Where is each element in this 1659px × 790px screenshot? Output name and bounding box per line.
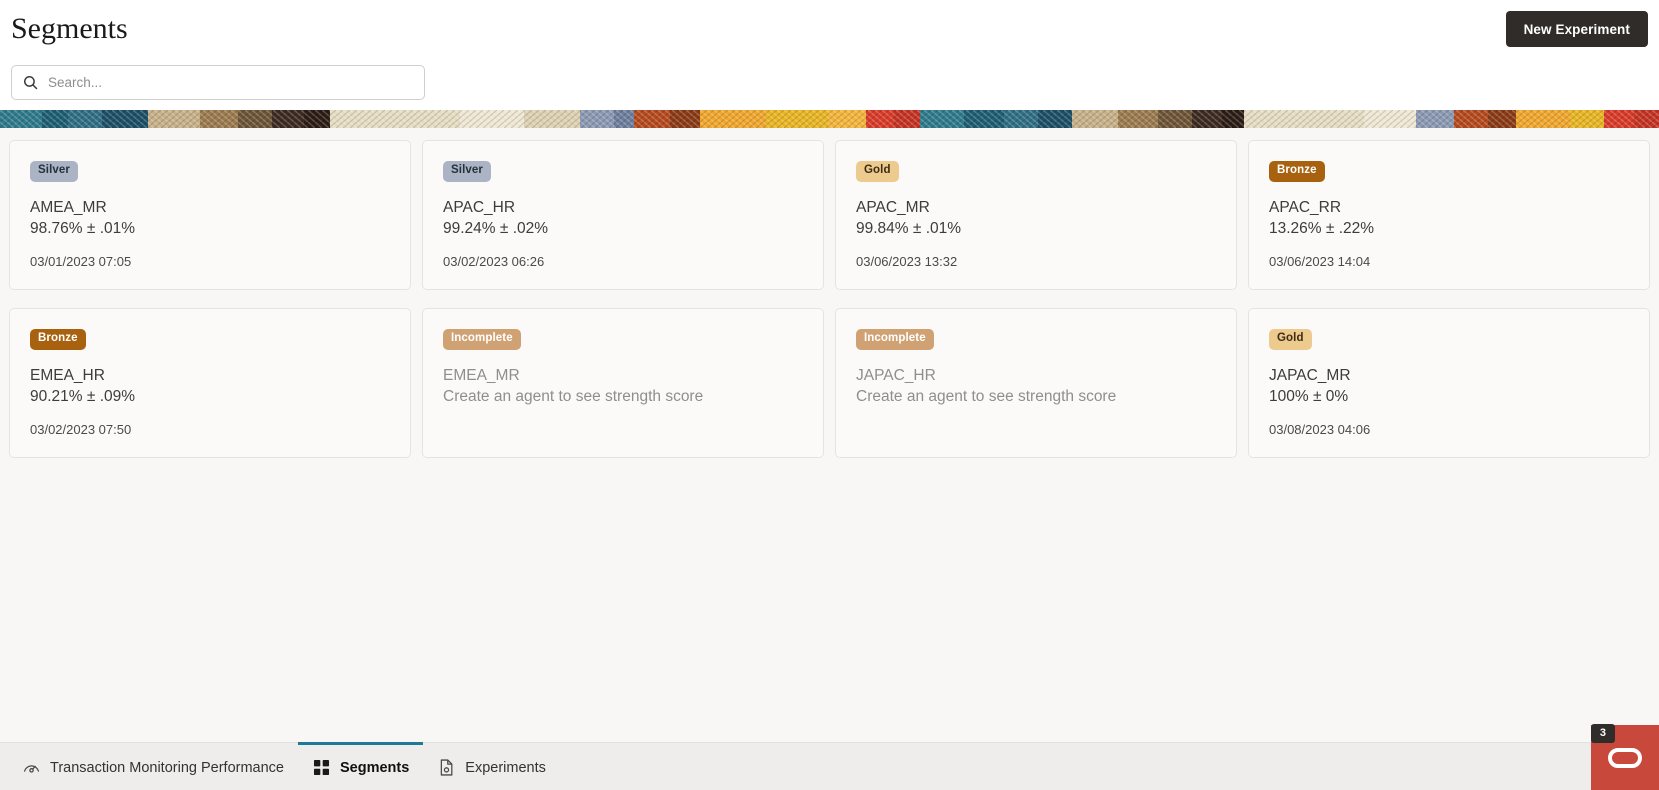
segment-name: APAC_HR — [443, 198, 516, 216]
segment-name: JAPAC_HR — [856, 366, 936, 384]
segment-strength-score: 100% ± 0% — [1269, 387, 1349, 405]
nav-tab-segments[interactable]: Segments — [297, 742, 424, 790]
segment-card[interactable]: Gold JAPAC_MR 100% ± 0% 03/08/2023 04:06 — [1248, 308, 1650, 458]
segment-timestamp: 03/02/2023 07:50 — [30, 422, 132, 437]
segment-name: EMEA_HR — [30, 366, 105, 384]
search-input[interactable] — [48, 66, 414, 99]
gauge-icon — [22, 758, 41, 777]
segment-name: EMEA_MR — [443, 366, 520, 384]
segment-card[interactable]: Gold APAC_MR 99.84% ± .01% 03/06/2023 13:32 — [835, 140, 1237, 290]
segments-content: Silver AMEA_MR 98.76% ± .01% 03/01/2023 07:… — [0, 128, 1659, 742]
bottom-navigation: Transaction Monitoring Performance Segmen… — [0, 742, 1659, 790]
segment-status-badge: Gold — [1269, 329, 1312, 350]
segment-strength-score: 13.26% ± .22% — [1269, 219, 1375, 237]
segment-name: APAC_MR — [856, 198, 930, 216]
segment-card[interactable]: Incomplete EMEA_MR Create an agent to see … — [422, 308, 824, 458]
segment-status-badge: Silver — [443, 161, 491, 182]
segment-timestamp: 03/06/2023 13:32 — [856, 254, 958, 269]
segment-status-badge: Silver — [30, 161, 78, 182]
segment-card-grid: Silver AMEA_MR 98.76% ± .01% 03/01/2023 07:… — [9, 140, 1650, 458]
segment-name: APAC_RR — [1269, 198, 1342, 216]
decorative-banner-strip — [0, 110, 1659, 128]
segment-strength-score: Create an agent to see strength score — [443, 387, 704, 405]
segment-strength-score: 99.24% ± .02% — [443, 219, 549, 237]
segment-status-badge: Incomplete — [856, 329, 934, 350]
segment-status-badge: Gold — [856, 161, 899, 182]
page-title: Segments — [11, 12, 128, 45]
segment-status-badge: Incomplete — [443, 329, 521, 350]
nav-tab-transaction-monitoring-performance[interactable]: Transaction Monitoring Performance — [8, 742, 298, 790]
segment-name: AMEA_MR — [30, 198, 107, 216]
segment-strength-score: Create an agent to see strength score — [856, 387, 1117, 405]
document-icon — [437, 758, 456, 777]
segment-strength-score: 98.76% ± .01% — [30, 219, 136, 237]
grid-icon — [312, 758, 331, 777]
nav-tab-experiments[interactable]: Experiments — [423, 742, 560, 790]
segment-name: JAPAC_MR — [1269, 366, 1351, 384]
segment-card[interactable]: Silver APAC_HR 99.24% ± .02% 03/02/2023 06:… — [422, 140, 824, 290]
chat-notification-badge: 3 — [1590, 724, 1615, 743]
banner-texture-image — [0, 110, 1659, 128]
segment-status-badge: Bronze — [1269, 161, 1325, 182]
segment-card[interactable]: Silver AMEA_MR 98.76% ± .01% 03/01/2023 07:… — [9, 140, 411, 290]
page-header: Segments New Experiment — [0, 0, 1659, 110]
new-experiment-button[interactable]: New Experiment — [1505, 11, 1648, 47]
segment-timestamp: 03/01/2023 07:05 — [30, 254, 132, 269]
segment-strength-score: 99.84% ± .01% — [856, 219, 962, 237]
nav-tab-label: Experiments — [465, 759, 546, 776]
segment-card[interactable]: Incomplete JAPAC_HR Create an agent to see… — [835, 308, 1237, 458]
segment-timestamp: 03/08/2023 04:06 — [1269, 422, 1371, 437]
segment-timestamp: 03/06/2023 14:04 — [1269, 254, 1371, 269]
segment-strength-score: 90.21% ± .09% — [30, 387, 136, 405]
nav-tab-label: Segments — [339, 759, 410, 776]
app-root: Segments New Experiment Search... Silver… — [0, 0, 1659, 790]
nav-tab-label: Transaction Monitoring Performance — [50, 759, 284, 776]
segment-card[interactable]: Bronze APAC_RR 13.26% ± .22% 03/06/2023 14:… — [1248, 140, 1650, 290]
segment-timestamp: 03/02/2023 06:26 — [443, 254, 545, 269]
search-icon — [24, 76, 38, 90]
segment-card[interactable]: Bronze EMEA_HR 90.21% ± .09% 03/02/2023 07:… — [9, 308, 411, 458]
segment-status-badge: Bronze — [30, 329, 86, 350]
oracle-logo-icon — [1608, 747, 1642, 768]
search-box[interactable] — [11, 65, 425, 100]
